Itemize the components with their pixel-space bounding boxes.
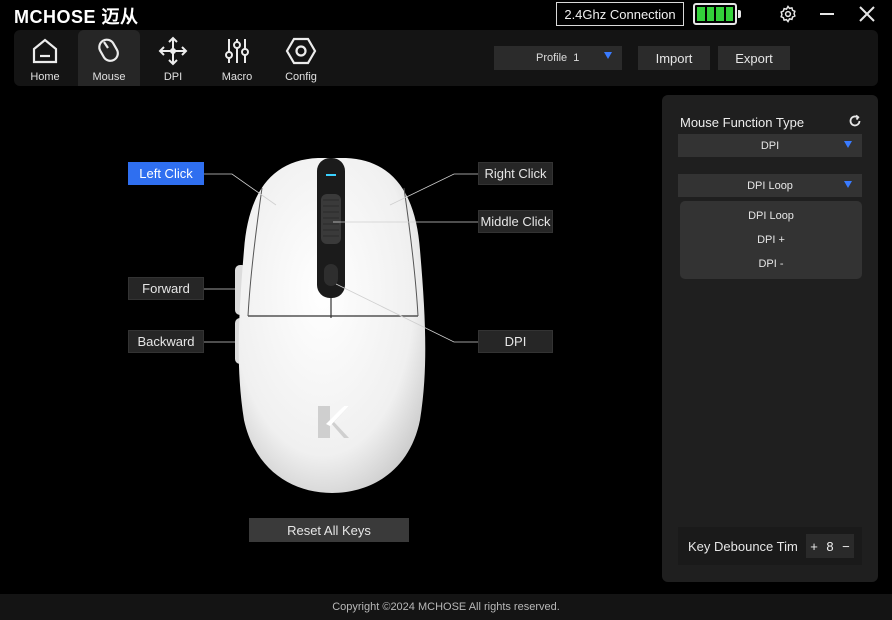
chevron-down-icon: [844, 181, 852, 188]
copyright-text: Copyright ©2024 MCHOSE All rights reserv…: [332, 601, 560, 613]
chevron-down-icon: [844, 141, 852, 148]
key-debounce-row: Key Debounce Tim + 8 −: [678, 527, 862, 565]
dpi-button[interactable]: [324, 264, 338, 286]
function-type-value: DPI: [760, 139, 780, 152]
backward-label[interactable]: Backward: [128, 330, 204, 353]
footer: Copyright ©2024 MCHOSE All rights reserv…: [0, 594, 892, 620]
dpi-label[interactable]: DPI: [478, 330, 553, 353]
decrement-button[interactable]: −: [842, 539, 850, 554]
option-dpi-minus[interactable]: DPI -: [680, 252, 862, 276]
debounce-stepper: + 8 −: [806, 534, 854, 558]
right-click-label[interactable]: Right Click: [478, 162, 553, 185]
panel-title: Mouse Function Type: [680, 115, 805, 130]
dpi-function-select[interactable]: DPI Loop: [678, 174, 862, 197]
option-dpi-loop[interactable]: DPI Loop: [680, 204, 862, 228]
left-click-label[interactable]: Left Click: [128, 162, 204, 185]
option-dpi-plus[interactable]: DPI +: [680, 228, 862, 252]
middle-click-label[interactable]: Middle Click: [478, 210, 553, 233]
debounce-label: Key Debounce Tim: [688, 538, 798, 554]
dpi-function-options: DPI Loop DPI + DPI -: [680, 201, 862, 279]
refresh-icon[interactable]: [848, 114, 862, 133]
forward-label[interactable]: Forward: [128, 277, 204, 300]
reset-all-keys-button[interactable]: Reset All Keys: [249, 518, 409, 542]
dpi-function-value: DPI Loop: [747, 179, 793, 192]
function-panel: Mouse Function Type DPI DPI Loop DPI Loo…: [662, 95, 878, 582]
increment-button[interactable]: +: [810, 539, 818, 554]
function-type-select[interactable]: DPI: [678, 134, 862, 157]
debounce-value[interactable]: 8: [826, 539, 833, 554]
